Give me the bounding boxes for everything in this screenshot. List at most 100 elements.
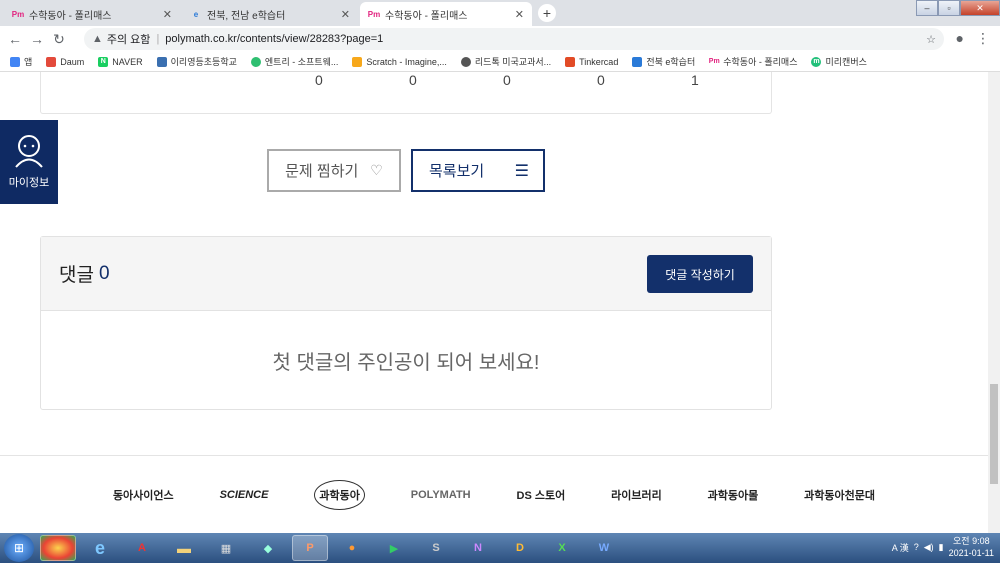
- bookmark-apps[interactable]: 앱: [10, 55, 32, 68]
- globe-icon: [460, 56, 471, 67]
- start-button[interactable]: ⊞: [4, 534, 34, 562]
- naver-icon: N: [98, 56, 109, 67]
- close-icon[interactable]: ✕: [515, 8, 524, 21]
- bookmark-label: 앱: [24, 57, 33, 67]
- stat-value: 1: [691, 72, 699, 88]
- tab-bar: Pm 수학동아 - 폴리매스 ✕ e 전북, 전남 e학습터 ✕ Pm 수학동아…: [0, 0, 1000, 26]
- onenote-icon[interactable]: N: [460, 535, 496, 561]
- ime-icon[interactable]: A 漢: [892, 541, 909, 554]
- footer-logo-observatory[interactable]: 과학동아천문대: [804, 487, 875, 503]
- comments-section: 댓글 0 댓글 작성하기 첫 댓글의 주인공이 되어 보세요!: [40, 236, 772, 410]
- footer-logo-dsstore[interactable]: DS 스토어: [517, 487, 566, 503]
- bookmark-label: 미리캔버스: [825, 57, 867, 67]
- heart-icon: ♡: [370, 162, 383, 178]
- minimize-icon[interactable]: –: [916, 0, 938, 16]
- reload-icon[interactable]: ↻: [48, 31, 70, 48]
- bookmark-label: 리드톡 미국교과서...: [474, 57, 552, 67]
- footer-logo-dongascience[interactable]: 동아사이언스: [113, 487, 174, 503]
- bookmark-label: 엔트리 - 소프트웨...: [264, 57, 339, 67]
- chrome-icon[interactable]: [40, 535, 76, 561]
- help-icon[interactable]: ?: [914, 542, 919, 552]
- forward-arrow-icon[interactable]: →: [26, 31, 48, 47]
- powerpoint-icon[interactable]: P: [292, 535, 328, 561]
- footer-logo-mall[interactable]: 과학동아몰: [708, 487, 759, 503]
- bookmark-scratch[interactable]: Scratch - Imagine,...: [352, 56, 447, 67]
- bookmark-tinkercad[interactable]: Tinkercad: [565, 56, 619, 67]
- new-tab-button[interactable]: +: [538, 4, 556, 22]
- bookmark-readtalk[interactable]: 리드톡 미국교과서...: [460, 55, 552, 68]
- scrollbar-thumb[interactable]: [990, 384, 998, 484]
- school-icon: [156, 56, 167, 67]
- bookmark-label: Tinkercad: [579, 56, 619, 67]
- tab-elearning[interactable]: e 전북, 전남 e학습터 ✕: [182, 2, 358, 26]
- user-icon: [15, 135, 43, 168]
- bookmark-polymath[interactable]: Pm 수학동아 - 폴리매스: [709, 55, 797, 68]
- tab-polymath-active[interactable]: Pm 수학동아 - 폴리매스 ✕: [360, 2, 532, 26]
- mypage-button[interactable]: 마이정보: [0, 120, 58, 204]
- app-d-icon[interactable]: D: [502, 535, 538, 561]
- footer-logo-science[interactable]: SCIENCE: [220, 489, 269, 501]
- scratch-cat-icon[interactable]: ●: [334, 535, 370, 561]
- bookmark-school[interactable]: 이리영등초등학교: [156, 55, 237, 68]
- network-icon[interactable]: ▮: [939, 542, 944, 553]
- footer-logos: 동아사이언스 SCIENCE 과학동아 POLYMATH DS 스토어 라이브러…: [0, 455, 988, 533]
- toolbar-right: ● ⋮: [956, 30, 990, 47]
- calculator-icon[interactable]: ▦: [208, 535, 244, 561]
- list-view-button[interactable]: 목록보기 ☰: [411, 149, 545, 192]
- ie-icon[interactable]: e: [82, 535, 118, 561]
- hamburger-icon: ☰: [514, 162, 529, 180]
- comments-title: 댓글: [59, 265, 94, 286]
- tinkercad-icon: [565, 56, 576, 67]
- bookmark-elearning[interactable]: 전북 e학습터: [632, 55, 695, 68]
- bookmark-naver[interactable]: N NAVER: [98, 56, 143, 67]
- excel-icon[interactable]: X: [544, 535, 580, 561]
- mypage-label: 마이정보: [8, 177, 50, 189]
- miricanvas-icon: m: [811, 56, 822, 67]
- page-scrollbar[interactable]: [988, 72, 1000, 533]
- pdf-reader-icon[interactable]: A: [124, 535, 160, 561]
- favorite-problem-button[interactable]: 문제 찜하기 ♡: [267, 149, 401, 192]
- bookmark-label: 전북 e학습터: [646, 57, 696, 67]
- clock-date: 2021-01-11: [948, 548, 994, 558]
- footer-logo-polymath[interactable]: POLYMATH: [411, 489, 471, 501]
- system-tray: A 漢 ? ◀) ▮ 오전 9:08 2021-01-11: [892, 535, 994, 559]
- elearning-icon: [632, 56, 643, 67]
- bookmark-star-icon[interactable]: ☆: [926, 33, 936, 46]
- app-s-icon[interactable]: S: [418, 535, 454, 561]
- url-text: polymath.co.kr/contents/view/28283?page=…: [165, 33, 384, 45]
- stat-value: 0: [409, 72, 417, 88]
- bookmark-entry[interactable]: 엔트리 - 소프트웨...: [250, 55, 339, 68]
- warning-icon: ▲: [92, 33, 103, 45]
- footer-logo-gwahakdonga[interactable]: 과학동아: [314, 479, 365, 510]
- footer-logo-library[interactable]: 라이브러리: [611, 487, 662, 503]
- media-play-icon[interactable]: ▶: [376, 535, 412, 561]
- os-taskbar: ⊞ e A ▬ ▦ ◆ P ● ▶ S N D X W A 漢 ? ◀) ▮ 오…: [0, 533, 1000, 563]
- word-icon[interactable]: W: [586, 535, 622, 561]
- profile-icon[interactable]: ●: [956, 30, 964, 47]
- bookmark-daum[interactable]: Daum: [46, 56, 85, 67]
- write-comment-button[interactable]: 댓글 작성하기: [647, 255, 753, 293]
- bookmark-miricanvas[interactable]: m 미리캔버스: [811, 55, 867, 68]
- bookmark-label: Daum: [60, 56, 85, 67]
- list-label: 목록보기: [429, 163, 485, 180]
- tab-label: 수학동아 - 폴리매스: [385, 10, 468, 22]
- close-icon[interactable]: ✕: [341, 8, 350, 21]
- menu-kebab-icon[interactable]: ⋮: [976, 30, 990, 47]
- tab-label: 수학동아 - 폴리매스: [29, 10, 112, 22]
- stat-value: 0: [315, 72, 323, 88]
- bookmark-label: NAVER: [112, 56, 143, 67]
- folder-icon[interactable]: ▬: [166, 535, 202, 561]
- tool-icon[interactable]: ◆: [250, 535, 286, 561]
- entry-icon: [250, 56, 261, 67]
- volume-icon[interactable]: ◀): [924, 542, 934, 553]
- back-arrow-icon[interactable]: ←: [4, 31, 26, 47]
- clock[interactable]: 오전 9:08 2021-01-11: [949, 535, 994, 559]
- window-close-icon[interactable]: ✕: [960, 0, 1000, 16]
- comments-count: 0: [98, 262, 110, 284]
- bookmark-label: 이리영등초등학교: [170, 57, 237, 67]
- close-icon[interactable]: ✕: [163, 8, 172, 21]
- address-bar[interactable]: ▲ 주의 요함 | polymath.co.kr/contents/view/2…: [84, 28, 944, 50]
- tab-polymath-1[interactable]: Pm 수학동아 - 폴리매스 ✕: [4, 2, 180, 26]
- daum-icon: [46, 56, 57, 67]
- maximize-icon[interactable]: ▫: [938, 0, 960, 16]
